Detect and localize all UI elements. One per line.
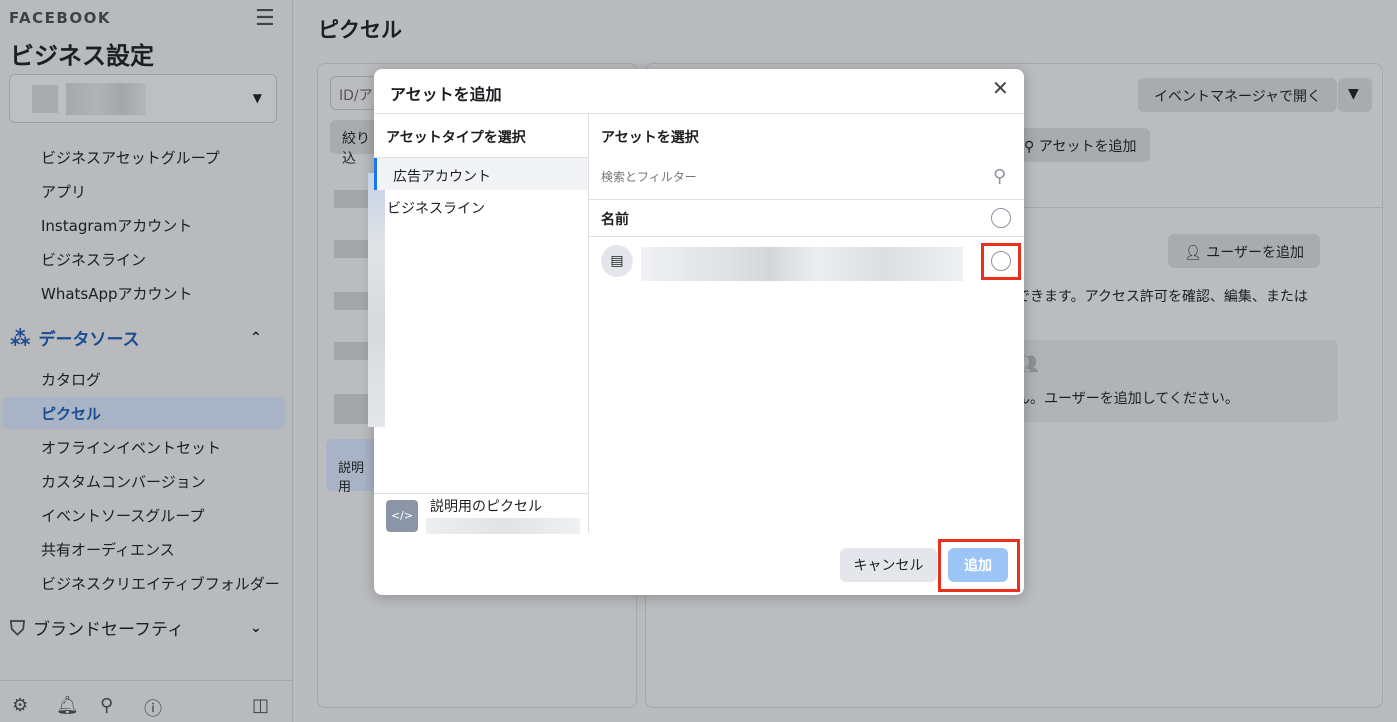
caret-down-icon: ▼ xyxy=(1348,86,1359,102)
redacted-asset-name xyxy=(641,247,963,281)
close-icon[interactable]: ✕ xyxy=(992,78,1009,98)
panel-toggle-icon[interactable]: ◫ xyxy=(252,695,269,716)
sidebar-item-pixels[interactable]: ピクセル xyxy=(41,403,101,424)
main-title: ピクセル xyxy=(318,18,402,42)
open-event-manager-button[interactable]: イベントマネージャで開く xyxy=(1138,78,1338,112)
more-options-button[interactable]: ▼ xyxy=(1338,78,1372,112)
sidebar-item-business-asset-groups[interactable]: ビジネスアセットグループ xyxy=(41,147,220,168)
page-title: ビジネス設定 xyxy=(10,42,154,70)
ad-account-icon: ▤ xyxy=(601,245,633,277)
add-user-button[interactable]: 👤︎ ユーザーを追加 xyxy=(1168,234,1320,268)
chevron-down-icon: ⌄ xyxy=(250,619,262,636)
add-asset-label: アセットを追加 xyxy=(1038,139,1137,155)
divider xyxy=(374,113,1024,114)
redacted-pixel-id xyxy=(426,518,580,534)
sidebar-item-catalog[interactable]: カタログ xyxy=(41,369,101,390)
sidebar: FACEBOOK ☰ ビジネス設定 ▼ ビジネスアセットグループ アプリ Ins… xyxy=(0,0,293,722)
empty-users-text: ん。ユーザーを追加してください。 xyxy=(1016,391,1239,407)
list-item[interactable]: ▤ xyxy=(589,237,1024,287)
asset-type-column-title: アセットタイプを選択 xyxy=(386,130,526,146)
help-icon[interactable]: ⓘ xyxy=(144,695,162,721)
sidebar-item-instagram[interactable]: Instagramアカウント xyxy=(41,215,192,236)
section-label: ブランドセーフティ xyxy=(33,620,184,640)
person-icon: ⚲ xyxy=(1024,139,1039,155)
add-asset-dialog: アセットを追加 ✕ アセットタイプを選択 アセットを選択 広告アカウント ビジネ… xyxy=(368,69,1024,595)
gear-icon[interactable]: ⚙ xyxy=(12,695,28,716)
highlight-box-add xyxy=(938,539,1020,592)
bell-icon[interactable]: 🔔︎ xyxy=(56,695,79,716)
access-info-text: できます。アクセス許可を確認、編集、または xyxy=(1016,289,1308,305)
sidebar-item-creative-folders[interactable]: ビジネスクリエイティブフォルダー xyxy=(41,573,280,594)
sidebar-item-custom-conversions[interactable]: カスタムコンバージョン xyxy=(41,471,206,492)
dialog-title: アセットを追加 xyxy=(390,85,502,104)
redacted-account-name xyxy=(66,83,146,115)
asset-search-row: ⚲ xyxy=(589,158,1024,200)
search-icon[interactable]: ⚲ xyxy=(100,695,113,716)
add-asset-button[interactable]: ⚲ アセットを追加 xyxy=(1016,128,1151,162)
code-icon: </> xyxy=(386,500,418,532)
cancel-button[interactable]: キャンセル xyxy=(840,548,937,582)
empty-users-box: 👥︎ ん。ユーザーを追加してください。 xyxy=(1016,340,1338,422)
search-icon: ⚲ xyxy=(993,166,1007,187)
select-all-radio[interactable] xyxy=(991,208,1011,228)
chevron-up-icon: ⌃ xyxy=(250,329,262,346)
section-label: データソース xyxy=(38,330,140,350)
asset-type-business-line[interactable]: ビジネスライン xyxy=(374,190,588,222)
asset-column-title: アセットを選択 xyxy=(601,130,699,146)
sidebar-section-data-sources[interactable]: ⁂ データソース ⌃ xyxy=(10,325,285,351)
pixel-name: 説明用のピクセル xyxy=(430,499,542,515)
highlight-box-radio xyxy=(981,243,1021,280)
sidebar-item-event-source-groups[interactable]: イベントソースグループ xyxy=(41,505,204,526)
sidebar-item-shared-audiences[interactable]: 共有オーディエンス xyxy=(41,539,175,560)
name-column-header: 名前 xyxy=(601,212,629,228)
selected-pixel-footer: </> 説明用のピクセル xyxy=(374,493,588,535)
sidebar-footer: ⚙ 🔔︎ ⚲ ⓘ ◫ xyxy=(0,680,293,722)
menu-icon[interactable]: ☰ xyxy=(255,8,275,30)
asset-list-header: 名前 xyxy=(589,200,1024,237)
add-user-label: ユーザーを追加 xyxy=(1206,245,1304,261)
business-account-select[interactable]: ▼ xyxy=(9,74,277,123)
facebook-logo: FACEBOOK xyxy=(9,9,111,27)
asset-type-ad-account[interactable]: 広告アカウント xyxy=(374,158,588,190)
redacted-avatar xyxy=(32,85,58,113)
sidebar-item-apps[interactable]: アプリ xyxy=(41,181,86,202)
sidebar-item-offline-event-sets[interactable]: オフラインイベントセット xyxy=(41,437,221,458)
sidebar-section-brand-safety[interactable]: ⛉ ブランドセーフティ ⌄ xyxy=(10,615,285,641)
sidebar-item-whatsapp[interactable]: WhatsAppアカウント xyxy=(41,283,193,304)
data-sources-icon: ⁂ xyxy=(10,325,31,350)
add-person-icon: 👤︎ xyxy=(1184,245,1207,261)
shield-icon: ⛉ xyxy=(10,615,25,640)
asset-search-input[interactable] xyxy=(601,170,981,184)
sidebar-item-business-line[interactable]: ビジネスライン xyxy=(41,249,146,270)
caret-down-icon: ▼ xyxy=(252,91,262,105)
